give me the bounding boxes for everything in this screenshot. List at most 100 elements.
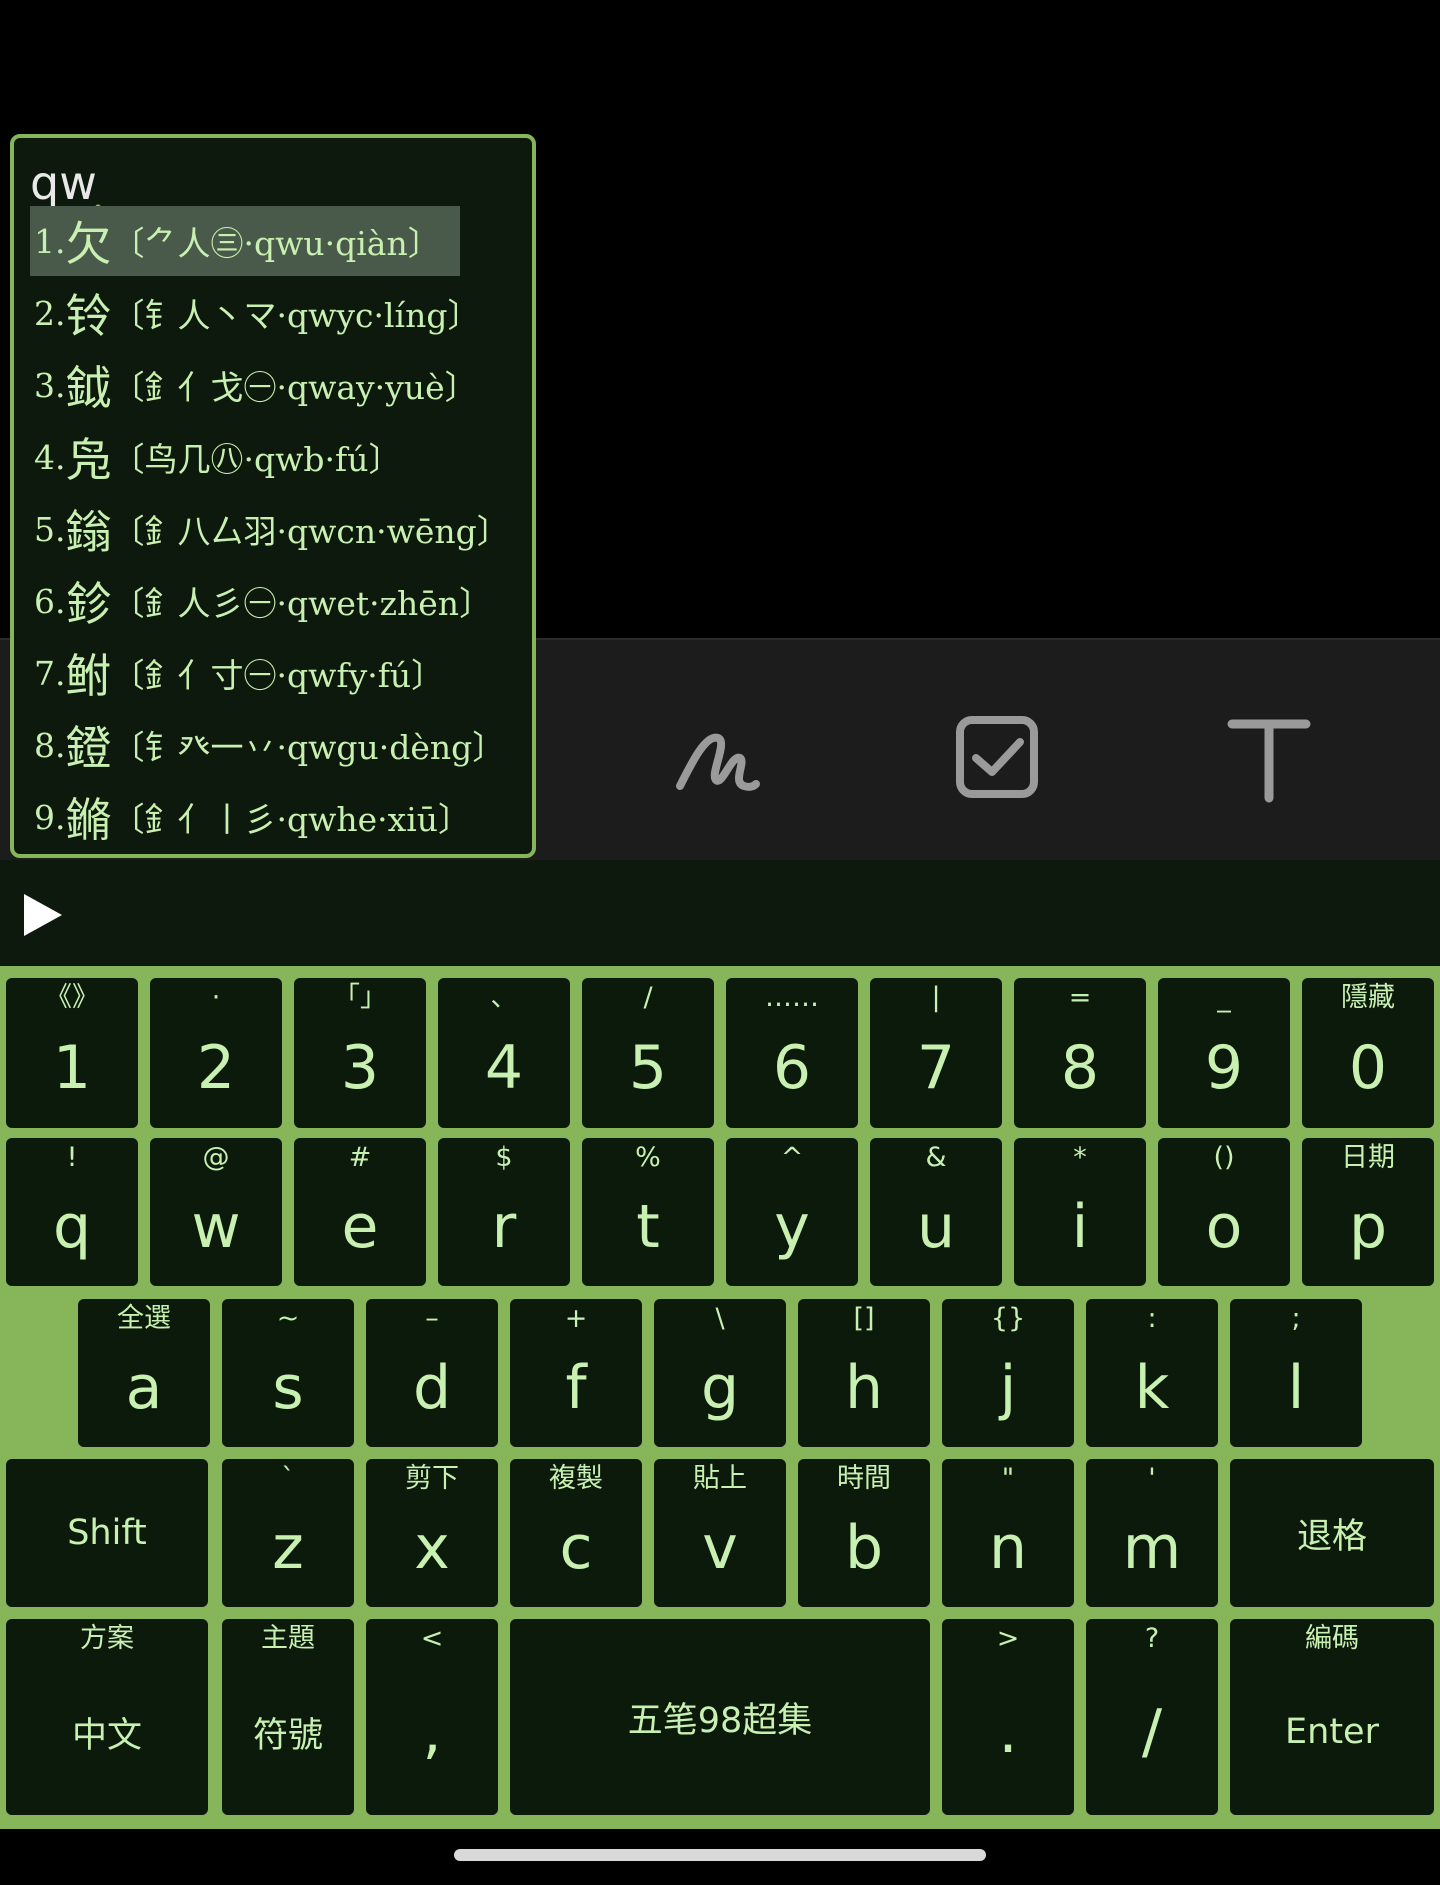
key-9[interactable]: _ 9 bbox=[1158, 978, 1290, 1128]
key-label: p bbox=[1348, 1192, 1388, 1262]
key-2[interactable]: · 2 bbox=[150, 978, 282, 1128]
candidate-char: 凫 bbox=[65, 433, 112, 487]
key-label: 5 bbox=[628, 1033, 668, 1103]
key-label: m bbox=[1122, 1513, 1182, 1583]
key-b[interactable]: 時間 b bbox=[798, 1459, 930, 1607]
key-i[interactable]: * i bbox=[1014, 1138, 1146, 1286]
key-u[interactable]: & u bbox=[870, 1138, 1002, 1286]
key-l[interactable]: ; l bbox=[1230, 1299, 1362, 1447]
key-c[interactable]: 複製 c bbox=[510, 1459, 642, 1607]
key-4[interactable]: 、 4 bbox=[438, 978, 570, 1128]
key-n[interactable]: " n bbox=[942, 1459, 1074, 1607]
key-label: 2 bbox=[196, 1033, 236, 1103]
key-5[interactable]: /5 bbox=[582, 978, 714, 1128]
key-w[interactable]: @ w bbox=[150, 1138, 282, 1286]
key-backspace[interactable]: 退格 bbox=[1230, 1459, 1434, 1607]
key-hint: 、 bbox=[490, 982, 518, 1013]
key-label: b bbox=[844, 1513, 884, 1583]
play-triangle-icon[interactable] bbox=[18, 890, 68, 940]
key-d[interactable]: – d bbox=[366, 1299, 498, 1447]
key-3[interactable]: 「」 3 bbox=[294, 978, 426, 1128]
key-label: u bbox=[916, 1192, 956, 1262]
key-label: o bbox=[1205, 1192, 1243, 1262]
candidate-item[interactable]: 6. 鉁〔釒人彡㊀·qwet·zhēn〕 bbox=[30, 566, 520, 636]
candidate-item[interactable]: 4. 凫〔鸟几㊇·qwb·fú〕 bbox=[30, 422, 520, 492]
key-comma[interactable]: <, bbox=[366, 1619, 498, 1815]
key-hint: 複製 bbox=[549, 1463, 603, 1494]
key-k[interactable]: :k bbox=[1086, 1299, 1218, 1447]
key-r[interactable]: $ r bbox=[438, 1138, 570, 1286]
key-label: Shift bbox=[67, 1513, 147, 1553]
key-hint: 日期 bbox=[1341, 1142, 1395, 1173]
candidate-index: 4. bbox=[34, 437, 66, 477]
key-shift[interactable]: Shift bbox=[6, 1459, 208, 1607]
candidate-item[interactable]: 5. 鎓〔釒八厶羽·qwcn·wēng〕 bbox=[30, 494, 520, 564]
candidate-item[interactable]: 3. 鉞〔釒亻戈㊀·qway·yuè〕 bbox=[30, 350, 520, 420]
key-hint: {} bbox=[990, 1303, 1026, 1334]
key-hint: 方案 bbox=[80, 1623, 134, 1654]
key-v[interactable]: 貼上 v bbox=[654, 1459, 786, 1607]
key-label: 符號 bbox=[252, 1715, 323, 1756]
key-hint: 貼上 bbox=[693, 1463, 747, 1494]
key-g[interactable]: \ g bbox=[654, 1299, 786, 1447]
candidate-index: 2. bbox=[34, 293, 66, 333]
key-hint: % bbox=[635, 1142, 661, 1173]
candidate-item[interactable]: 1. 欠〔⺈人㊂·qwu·qiàn〕 bbox=[30, 206, 460, 276]
candidate-char: 鐙 bbox=[65, 721, 112, 775]
key-m[interactable]: ' m bbox=[1086, 1459, 1218, 1607]
key-hint: _ bbox=[1217, 982, 1231, 1013]
key-hint: 隱藏 bbox=[1341, 982, 1395, 1013]
key-label: z bbox=[272, 1513, 304, 1583]
key-label: . bbox=[998, 1697, 1018, 1767]
candidate-item[interactable]: 7. 鲋〔釒亻寸㊀·qwfy·fú〕 bbox=[30, 638, 520, 708]
key-e[interactable]: # e bbox=[294, 1138, 426, 1286]
candidate-item[interactable]: 2. 铃〔钅人丶マ·qwyc·líng〕 bbox=[30, 278, 520, 348]
checkbox-icon[interactable] bbox=[942, 702, 1052, 812]
text-format-icon[interactable] bbox=[1214, 702, 1324, 812]
key-q[interactable]: ! q bbox=[6, 1138, 138, 1286]
key-y[interactable]: ^ y bbox=[726, 1138, 858, 1286]
key-1[interactable]: 《》 1 bbox=[6, 978, 138, 1128]
candidate-index: 7. bbox=[34, 653, 66, 693]
key-label: 8 bbox=[1060, 1033, 1100, 1103]
key-space[interactable]: 五笔98超集 bbox=[510, 1619, 930, 1815]
key-f[interactable]: + f bbox=[510, 1299, 642, 1447]
key-period[interactable]: >. bbox=[942, 1619, 1074, 1815]
key-6[interactable]: …… 6 bbox=[726, 978, 858, 1128]
key-hint: 主題 bbox=[261, 1623, 315, 1654]
key-label: , bbox=[422, 1697, 442, 1767]
key-label: l bbox=[1287, 1353, 1305, 1423]
key-symbols[interactable]: 主題 符號 bbox=[222, 1619, 354, 1815]
key-label: w bbox=[191, 1192, 241, 1262]
key-s[interactable]: ~ s bbox=[222, 1299, 354, 1447]
key-0[interactable]: 隱藏 0 bbox=[1302, 978, 1434, 1128]
key-8[interactable]: = 8 bbox=[1014, 978, 1146, 1128]
key-label: q bbox=[52, 1192, 92, 1262]
key-a[interactable]: 全選 a bbox=[78, 1299, 210, 1447]
candidate-item[interactable]: 9. 鏅〔釒亻丨彡·qwhe·xiū〕 bbox=[30, 782, 520, 852]
key-label: i bbox=[1071, 1192, 1089, 1262]
handwriting-icon[interactable] bbox=[662, 702, 772, 812]
key-j[interactable]: {} j bbox=[942, 1299, 1074, 1447]
key-slash[interactable]: ? / bbox=[1086, 1619, 1218, 1815]
key-hint: ! bbox=[66, 1142, 78, 1173]
key-p[interactable]: 日期 p bbox=[1302, 1138, 1434, 1286]
key-label: 6 bbox=[772, 1033, 812, 1103]
key-hint: 全選 bbox=[117, 1303, 171, 1334]
key-o[interactable]: () o bbox=[1158, 1138, 1290, 1286]
home-indicator[interactable] bbox=[454, 1849, 986, 1861]
key-hint: ~ bbox=[276, 1303, 300, 1334]
keyboard: 《》 1 · 2 「」 3、 4/5…… 6 | 7 = 8 _ 9 隱藏 0! q @ w # e $ r% t ^ y & u * i… bbox=[0, 966, 1440, 1829]
key-h[interactable]: [] h bbox=[798, 1299, 930, 1447]
key-x[interactable]: 剪下 x bbox=[366, 1459, 498, 1607]
key-7[interactable]: | 7 bbox=[870, 978, 1002, 1128]
candidate-popup: qw ^ 1.欠〔⺈人㊂·qwu·qiàn〕2.铃〔钅人丶マ·qwyc·líng… bbox=[10, 134, 536, 858]
key-enter[interactable]: 編碼 Enter bbox=[1230, 1619, 1434, 1815]
key-label: j bbox=[999, 1353, 1017, 1423]
key-t[interactable]: % t bbox=[582, 1138, 714, 1286]
candidate-item[interactable]: 8. 鐙〔钅癶一丷·qwgu·dèng〕 bbox=[30, 710, 520, 780]
key-hint: ` bbox=[281, 1463, 295, 1494]
key-z[interactable]: ` z bbox=[222, 1459, 354, 1607]
key-chinese[interactable]: 方案 中文 bbox=[6, 1619, 208, 1815]
candidate-index: 3. bbox=[34, 365, 66, 405]
